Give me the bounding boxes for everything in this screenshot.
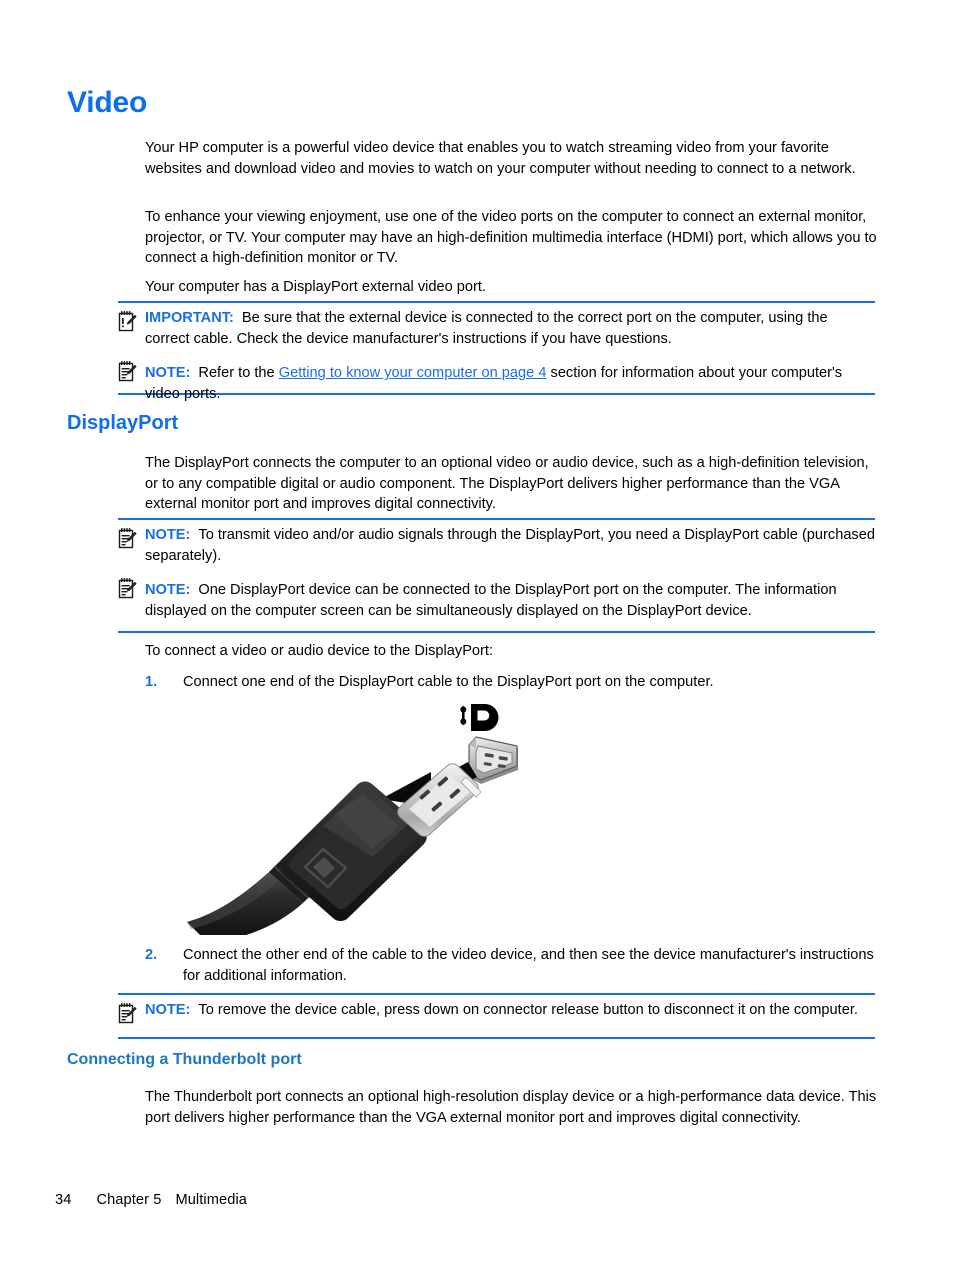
note-notepad-icon: [118, 527, 137, 549]
footer-page-number: 34: [55, 1192, 72, 1208]
note-notepad-icon: [118, 577, 137, 599]
paragraph-thunderbolt: The Thunderbolt port connects an optiona…: [145, 1089, 877, 1126]
callout-note-text: To remove the device cable, press down o…: [198, 1002, 858, 1018]
callout-group-displayport: NOTE: To transmit video and/or audio sign…: [118, 518, 875, 633]
callout-note-text: One DisplayPort device can be connected …: [145, 582, 837, 619]
displayport-cable-connection-illustration: [185, 700, 545, 935]
callout-note-label: NOTE:: [145, 527, 191, 543]
important-notepad-icon: [118, 310, 137, 332]
step-text: Connect the other end of the cable to th…: [183, 947, 874, 984]
page-title: Video: [67, 86, 148, 119]
page-footer: 34 Chapter 5 Multimedia: [55, 1192, 247, 1208]
footer-chapter-title: Multimedia: [175, 1192, 247, 1208]
callout-note-one-device: NOTE: One DisplayPort device can be conne…: [118, 570, 875, 625]
callout-note-body: NOTE: Refer to the Getting to know your c…: [145, 363, 875, 404]
footer-chapter: Chapter 5: [96, 1192, 162, 1208]
callout-note-body: NOTE: To remove the device cable, press d…: [145, 1000, 875, 1021]
paragraph-video-2: To enhance your viewing enjoyment, use o…: [145, 209, 877, 267]
list-item-step-2: 2. Connect the other end of the cable to…: [145, 945, 877, 986]
link-getting-to-know-your-computer[interactable]: Getting to know your computer on page 4: [279, 365, 547, 381]
callout-note-remove-cable: NOTE: To remove the device cable, press d…: [118, 995, 875, 1025]
note-notepad-icon: [118, 360, 137, 382]
paragraph-video-3: Your computer has a DisplayPort external…: [145, 279, 486, 295]
list-item-step-1: 1. Connect one end of the DisplayPort ca…: [145, 672, 877, 693]
callout-note-body: NOTE: To transmit video and/or audio sign…: [145, 525, 875, 566]
paragraph-video-1: Your HP computer is a powerful video dev…: [145, 140, 856, 177]
callout-important: IMPORTANT: Be sure that the external devi…: [118, 303, 875, 353]
document-page: Video Your HP computer is a powerful vid…: [0, 0, 954, 1270]
paragraph-connect-intro: To connect a video or audio device to th…: [145, 643, 494, 659]
callout-group-video: IMPORTANT: Be sure that the external devi…: [118, 301, 875, 402]
callout-note-video-ports: NOTE: Refer to the Getting to know your c…: [118, 353, 875, 408]
callout-note-label: NOTE:: [145, 582, 191, 599]
callout-note-label: NOTE:: [145, 1002, 191, 1018]
callout-note-body: NOTE: One DisplayPort device can be conne…: [145, 580, 875, 621]
callout-group-remove-cable: NOTE: To remove the device cable, press d…: [118, 993, 875, 1039]
callout-important-label: IMPORTANT:: [145, 310, 234, 326]
step-number: 2.: [145, 947, 158, 963]
callout-important-body: IMPORTANT: Be sure that the external devi…: [145, 308, 875, 349]
step-text: Connect one end of the DisplayPort cable…: [183, 674, 714, 690]
section-heading-thunderbolt: Connecting a Thunderbolt port: [67, 1051, 302, 1068]
callout-note-text-before: Refer to the: [198, 365, 275, 382]
paragraph-displayport: The DisplayPort connects the computer to…: [145, 455, 869, 513]
callout-note-text: To transmit video and/or audio signals t…: [145, 527, 875, 564]
note-notepad-icon: [118, 1002, 137, 1024]
callout-note-label: NOTE:: [145, 365, 191, 382]
displayport-logo: [460, 704, 499, 731]
callout-note-transmit: NOTE: To transmit video and/or audio sign…: [118, 520, 875, 570]
callout-important-text: Be sure that the external device is conn…: [145, 310, 828, 347]
section-heading-displayport: DisplayPort: [67, 412, 179, 434]
step-number: 1.: [145, 674, 158, 690]
